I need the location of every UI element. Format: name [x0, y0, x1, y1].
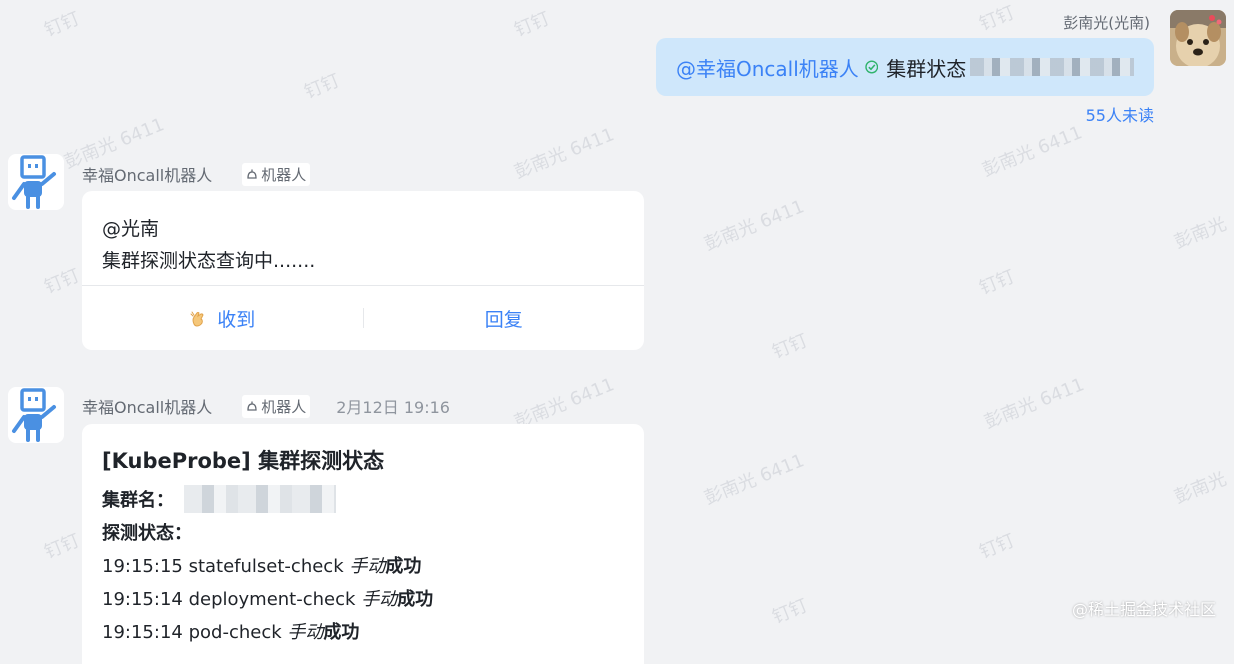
- bot-name[interactable]: 幸福Oncall机器人: [82, 162, 212, 186]
- probe-status-label: 探测状态：: [102, 523, 192, 544]
- sender-row: 幸福Oncall机器人 机器人 2月12日 19:16: [82, 394, 450, 418]
- watermark: 钉钉: [976, 530, 1018, 564]
- watermark: 彭南光: [1171, 213, 1230, 254]
- watermark: 钉钉: [41, 8, 83, 42]
- reply-button[interactable]: 回复: [364, 305, 645, 332]
- bot-avatar[interactable]: [8, 387, 64, 443]
- robot-tag-icon: [247, 169, 257, 179]
- card-title: [KubeProbe] 集群探测状态: [102, 449, 385, 473]
- cluster-name-label: 集群名：: [102, 490, 174, 511]
- message-card: @光南 集群探测状态查询中....... 收到 回复: [82, 191, 644, 350]
- credit-watermark: @稀土掘金技术社区: [1071, 600, 1216, 619]
- watermark: 钉钉: [976, 2, 1018, 36]
- watermark: 彭南光 6411: [981, 374, 1088, 434]
- check-result: 成功: [397, 589, 434, 610]
- watermark: 钉钉: [769, 595, 811, 629]
- check-row: 19:15:14 pod-check 手动成功: [102, 616, 624, 649]
- bot-name[interactable]: 幸福Oncall机器人: [82, 394, 212, 418]
- check-result: 成功: [385, 556, 422, 577]
- watermark: 彭南光 6411: [979, 122, 1086, 182]
- check-mode: 手动: [349, 556, 386, 577]
- message-timestamp: 2月12日 19:16: [336, 398, 450, 417]
- check-name: deployment-check: [188, 589, 356, 610]
- bot-tag: 机器人: [242, 162, 311, 186]
- watermark: 钉钉: [301, 70, 343, 104]
- redacted-text: [970, 58, 1134, 76]
- message-text: 集群状态: [886, 56, 967, 81]
- sender-row: 幸福Oncall机器人 机器人: [82, 162, 311, 186]
- watermark: 钉钉: [41, 265, 83, 299]
- check-row: 19:15:14 deployment-check 手动成功: [102, 583, 624, 616]
- probe-status-card: [KubeProbe] 集群探测状态 集群名： 探测状态： 19:15:15 s…: [82, 424, 644, 664]
- watermark: 钉钉: [41, 530, 83, 564]
- sender-name: 彭南光(光南): [1063, 14, 1150, 32]
- watermark: 钉钉: [511, 8, 553, 42]
- cluster-name-row: 集群名：: [102, 484, 624, 517]
- reply-button-label: 回复: [484, 308, 523, 331]
- avatar[interactable]: [1170, 10, 1226, 66]
- ack-button-label: 收到: [217, 308, 256, 331]
- redacted-cluster-name: [184, 485, 336, 513]
- message-text: 集群探测状态查询中.......: [102, 250, 316, 272]
- check-time: 19:15:15: [102, 556, 183, 577]
- unread-count-link[interactable]: 55人未读: [1086, 102, 1154, 126]
- verified-check-icon: [865, 60, 878, 74]
- bot-tag: 机器人: [242, 394, 311, 418]
- bot-tag-label: 机器人: [261, 397, 307, 416]
- robot-icon: [12, 388, 56, 442]
- robot-icon: [12, 155, 56, 209]
- watermark: 彭南光 6411: [701, 196, 808, 256]
- check-name: statefulset-check: [188, 556, 344, 577]
- check-time: 19:15:14: [102, 589, 183, 610]
- watermark: 钉钉: [769, 330, 811, 364]
- bot-tag-label: 机器人: [261, 165, 307, 184]
- dog-avatar-image: [1170, 10, 1226, 66]
- watermark: 钉钉: [976, 266, 1018, 300]
- watermark: 彭南光: [1171, 468, 1230, 509]
- watermark: 彭南光 6411: [511, 124, 618, 184]
- check-row: 19:15:15 statefulset-check 手动成功: [102, 550, 624, 583]
- hand-clap-icon: [190, 311, 204, 327]
- ack-button[interactable]: 收到: [82, 305, 363, 332]
- outgoing-message-bubble[interactable]: @幸福Oncall机器人 集群状态: [656, 38, 1154, 96]
- watermark: 彭南光 6411: [701, 450, 808, 510]
- robot-tag-icon: [247, 401, 257, 411]
- bot-avatar[interactable]: [8, 154, 64, 210]
- mention-link[interactable]: @幸福Oncall机器人: [676, 53, 859, 82]
- mention-text: @光南: [102, 218, 160, 240]
- check-mode: 手动: [361, 589, 398, 610]
